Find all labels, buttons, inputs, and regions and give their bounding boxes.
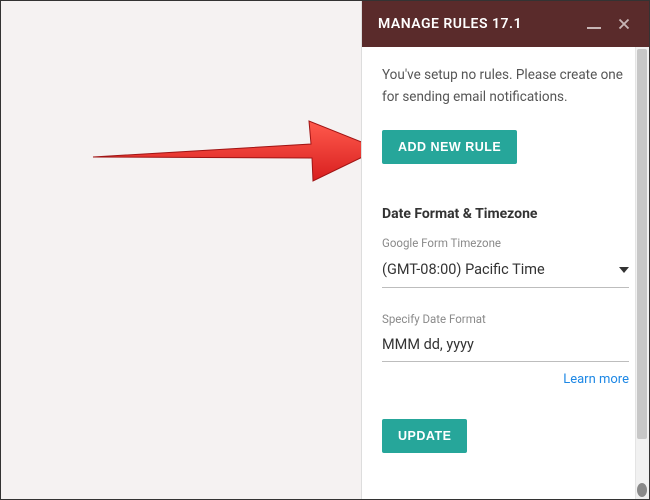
dateformat-label: Specify Date Format bbox=[382, 312, 629, 326]
date-timezone-heading: Date Format & Timezone bbox=[382, 206, 629, 222]
close-icon[interactable] bbox=[615, 15, 633, 33]
pointer-arrow-annotation bbox=[91, 109, 381, 189]
timezone-dropdown[interactable]: (GMT-08:00) Pacific Time bbox=[382, 254, 629, 288]
timezone-label: Google Form Timezone bbox=[382, 236, 629, 250]
update-button[interactable]: UPDATE bbox=[382, 419, 467, 453]
intro-text: You've setup no rules. Please create one… bbox=[382, 65, 629, 108]
panel-header: MANAGE RULES 17.1 bbox=[362, 1, 649, 47]
chevron-down-icon bbox=[619, 260, 629, 279]
scrollbar[interactable] bbox=[635, 47, 649, 499]
minimize-icon[interactable] bbox=[587, 27, 601, 29]
add-new-rule-button[interactable]: ADD NEW RULE bbox=[382, 130, 517, 164]
manage-rules-panel: MANAGE RULES 17.1 You've setup no rules.… bbox=[361, 1, 649, 499]
dateformat-input[interactable]: MMM dd, yyyy bbox=[382, 330, 629, 362]
panel-title: MANAGE RULES 17.1 bbox=[378, 16, 522, 32]
scrollbar-thumb-bottom[interactable] bbox=[637, 483, 647, 497]
panel-body: You've setup no rules. Please create one… bbox=[362, 47, 649, 499]
scrollbar-thumb[interactable] bbox=[637, 49, 647, 439]
timezone-value: (GMT-08:00) Pacific Time bbox=[382, 261, 545, 278]
learn-more-link[interactable]: Learn more bbox=[382, 372, 629, 387]
